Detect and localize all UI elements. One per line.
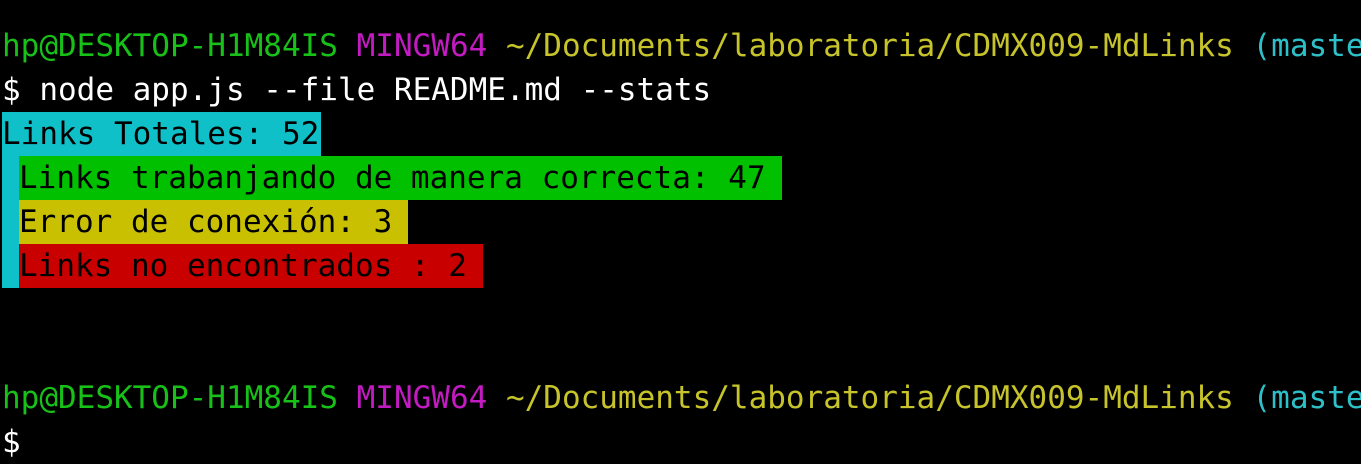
prompt-symbol: $ [2,424,21,460]
stats-not-found-line: Links no encontrados : 2 [2,244,1361,288]
git-branch: (master) [1252,28,1361,64]
stats-total: Links Totales: 52 [2,112,322,156]
shell-name: MINGW64 [356,380,488,416]
stats-ok: Links trabanjando de manera correcta: 47 [19,156,782,200]
git-branch: (master) [1252,380,1361,416]
stats-gutter [2,156,19,288]
stats-output: Links Totales: 52 Links trabanjando de m… [2,112,1361,288]
terminal-window[interactable]: hp@DESKTOP-H1M84IS MINGW64 ~/Documents/l… [2,24,1361,464]
current-path: ~/Documents/laboratoria/CDMX009-MdLinks [505,28,1234,64]
stats-not-found: Links no encontrados : 2 [19,244,483,288]
stats-error-line: Error de conexión: 3 [2,200,1361,244]
stats-ok-line: Links trabanjando de manera correcta: 47 [2,156,1361,200]
user-host: hp@DESKTOP-H1M84IS [2,380,338,416]
input-prompt[interactable]: $ [2,420,1361,464]
current-path: ~/Documents/laboratoria/CDMX009-MdLinks [505,380,1234,416]
prompt-line: hp@DESKTOP-H1M84IS MINGW64 ~/Documents/l… [2,24,1361,68]
command-line: $ node app.js --file README.md --stats [2,72,712,108]
shell-name: MINGW64 [356,28,488,64]
user-host: hp@DESKTOP-H1M84IS [2,28,338,64]
stats-error: Error de conexión: 3 [19,200,409,244]
prompt-line: hp@DESKTOP-H1M84IS MINGW64 ~/Documents/l… [2,376,1361,420]
stats-total-line: Links Totales: 52 [2,112,1361,156]
